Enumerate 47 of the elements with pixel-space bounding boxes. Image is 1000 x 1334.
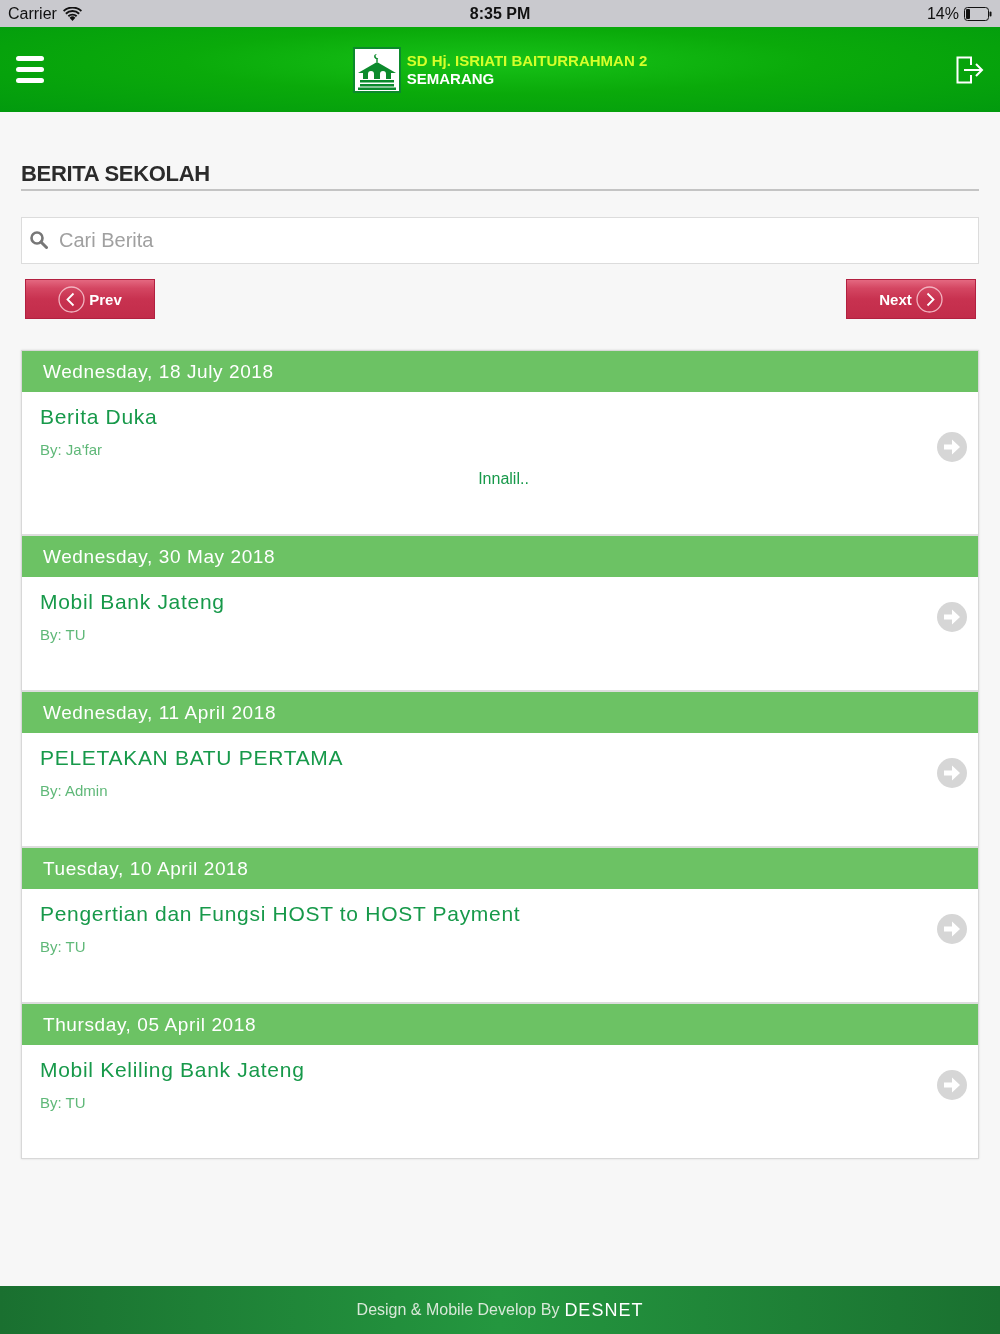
news-author: By: TU [40, 1093, 86, 1113]
carrier-label: Carrier [8, 4, 57, 23]
prev-button[interactable]: Prev [25, 279, 155, 319]
brand-name: DESNET [564, 1299, 644, 1321]
search-field[interactable]: Cari Berita [21, 217, 979, 264]
menu-button[interactable] [16, 56, 44, 83]
next-button[interactable]: Next [846, 279, 976, 319]
chevron-right-icon [915, 285, 943, 313]
menu-icon [16, 56, 44, 83]
date-header: Wednesday, 18 July 2018 [22, 351, 978, 392]
arrow-right-circle-icon [937, 1070, 967, 1100]
page-title: BERITA SEKOLAH [21, 160, 210, 188]
arrow-right-circle-icon [937, 431, 967, 462]
arrow-right-circle-icon [937, 602, 967, 632]
chevron-left-icon [58, 285, 86, 313]
news-author: By: TU [40, 625, 86, 645]
wifi-icon [62, 6, 82, 21]
news-item[interactable]: Mobil Bank Jateng By: TU [22, 577, 978, 690]
news-excerpt: Innalil.. [478, 469, 529, 489]
date-header: Thursday, 05 April 2018 [22, 1004, 978, 1045]
battery-percent: 14% [926, 4, 959, 23]
news-item[interactable]: Berita Duka By: Ja'far Innalil.. [22, 392, 978, 534]
news-title: Mobil Keliling Bank Jateng [40, 1057, 305, 1083]
date-header: Tuesday, 10 April 2018 [22, 848, 978, 889]
news-item[interactable]: PELETAKAN BATU PERTAMA By: Admin [22, 733, 978, 846]
date-header: Wednesday, 11 April 2018 [22, 692, 978, 733]
school-city: SEMARANG [406, 69, 496, 88]
search-icon [30, 231, 48, 249]
battery-icon [964, 6, 992, 21]
date-header: Wednesday, 30 May 2018 [22, 536, 978, 577]
news-title: Mobil Bank Jateng [40, 589, 225, 615]
mosque-logo-icon [352, 46, 401, 93]
arrow-right-circle-icon [937, 914, 967, 944]
news-item[interactable]: Mobil Keliling Bank Jateng By: TU [22, 1045, 978, 1158]
news-author: By: Ja'far [40, 440, 103, 460]
clock-time: 8:35 PM [469, 4, 531, 23]
news-title: PELETAKAN BATU PERTAMA [40, 745, 344, 771]
news-title: Berita Duka [40, 404, 158, 430]
footer-credit-text: Design & Mobile Develop By [356, 1301, 560, 1319]
logout-button[interactable] [956, 55, 984, 84]
news-author: By: Admin [40, 781, 108, 801]
logout-icon [956, 55, 984, 84]
school-name: SD Hj. ISRIATI BAITURRAHMAN 2 [406, 51, 648, 70]
news-item[interactable]: Pengertian dan Fungsi HOST to HOST Payment By: TU [22, 889, 978, 1002]
news-title: Pengertian dan Fungsi HOST to HOST Payment [40, 901, 521, 927]
news-author: By: TU [40, 937, 86, 957]
arrow-right-circle-icon [937, 758, 967, 788]
